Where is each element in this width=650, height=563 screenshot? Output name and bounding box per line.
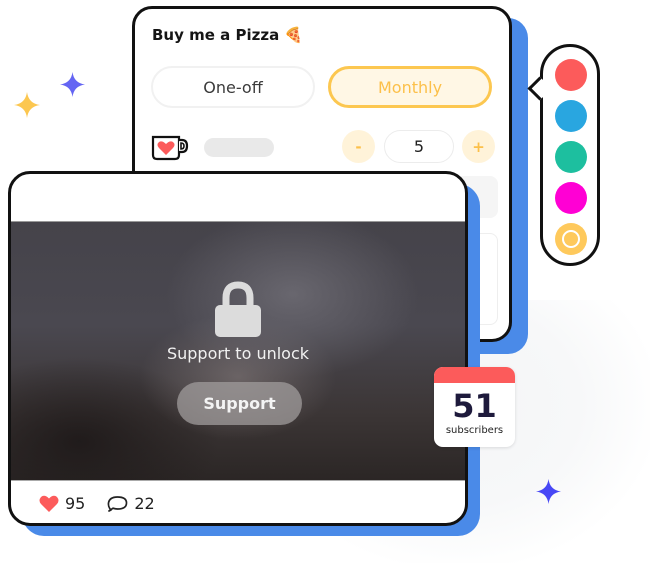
post-card: Support to unlock Support 95 22 (8, 171, 468, 526)
increment-button[interactable]: + (462, 130, 495, 163)
one-off-toggle[interactable]: One-off (151, 66, 315, 108)
subscribers-badge: 51 subscribers (434, 367, 515, 447)
support-button[interactable]: Support (177, 382, 302, 425)
donation-title: Buy me a Pizza 🍕 (152, 26, 304, 44)
lock-icon (215, 281, 261, 337)
heart-icon (39, 495, 59, 512)
locked-media: Support to unlock Support (11, 221, 465, 481)
comment-count[interactable]: 22 (107, 494, 155, 513)
sparkle-yellow-icon (14, 92, 40, 118)
color-picker (540, 44, 600, 266)
swatch-blue[interactable] (555, 100, 587, 132)
like-count-value: 95 (65, 494, 86, 513)
comment-count-value: 22 (134, 494, 155, 513)
name-placeholder-bar (204, 138, 274, 157)
like-count[interactable]: 95 (39, 494, 85, 513)
quantity-input[interactable] (384, 130, 454, 163)
heart-mug-icon (151, 135, 189, 161)
swatch-red[interactable] (555, 59, 587, 91)
swatch-magenta[interactable] (555, 182, 587, 214)
comment-icon (107, 495, 128, 512)
decrement-button[interactable]: - (342, 130, 375, 163)
sparkle-purple-icon (60, 72, 85, 97)
locked-message: Support to unlock (166, 344, 310, 363)
calendar-header (434, 367, 515, 383)
subscriber-count: 51 (452, 387, 497, 425)
swatch-yellow-selected[interactable] (555, 223, 587, 255)
post-stats: 95 22 (39, 494, 177, 513)
subscriber-label: subscribers (445, 425, 504, 436)
monthly-toggle[interactable]: Monthly (328, 66, 492, 108)
swatch-teal[interactable] (555, 141, 587, 173)
sparkle-blue-icon (536, 479, 561, 504)
selected-ring-icon (562, 230, 580, 248)
